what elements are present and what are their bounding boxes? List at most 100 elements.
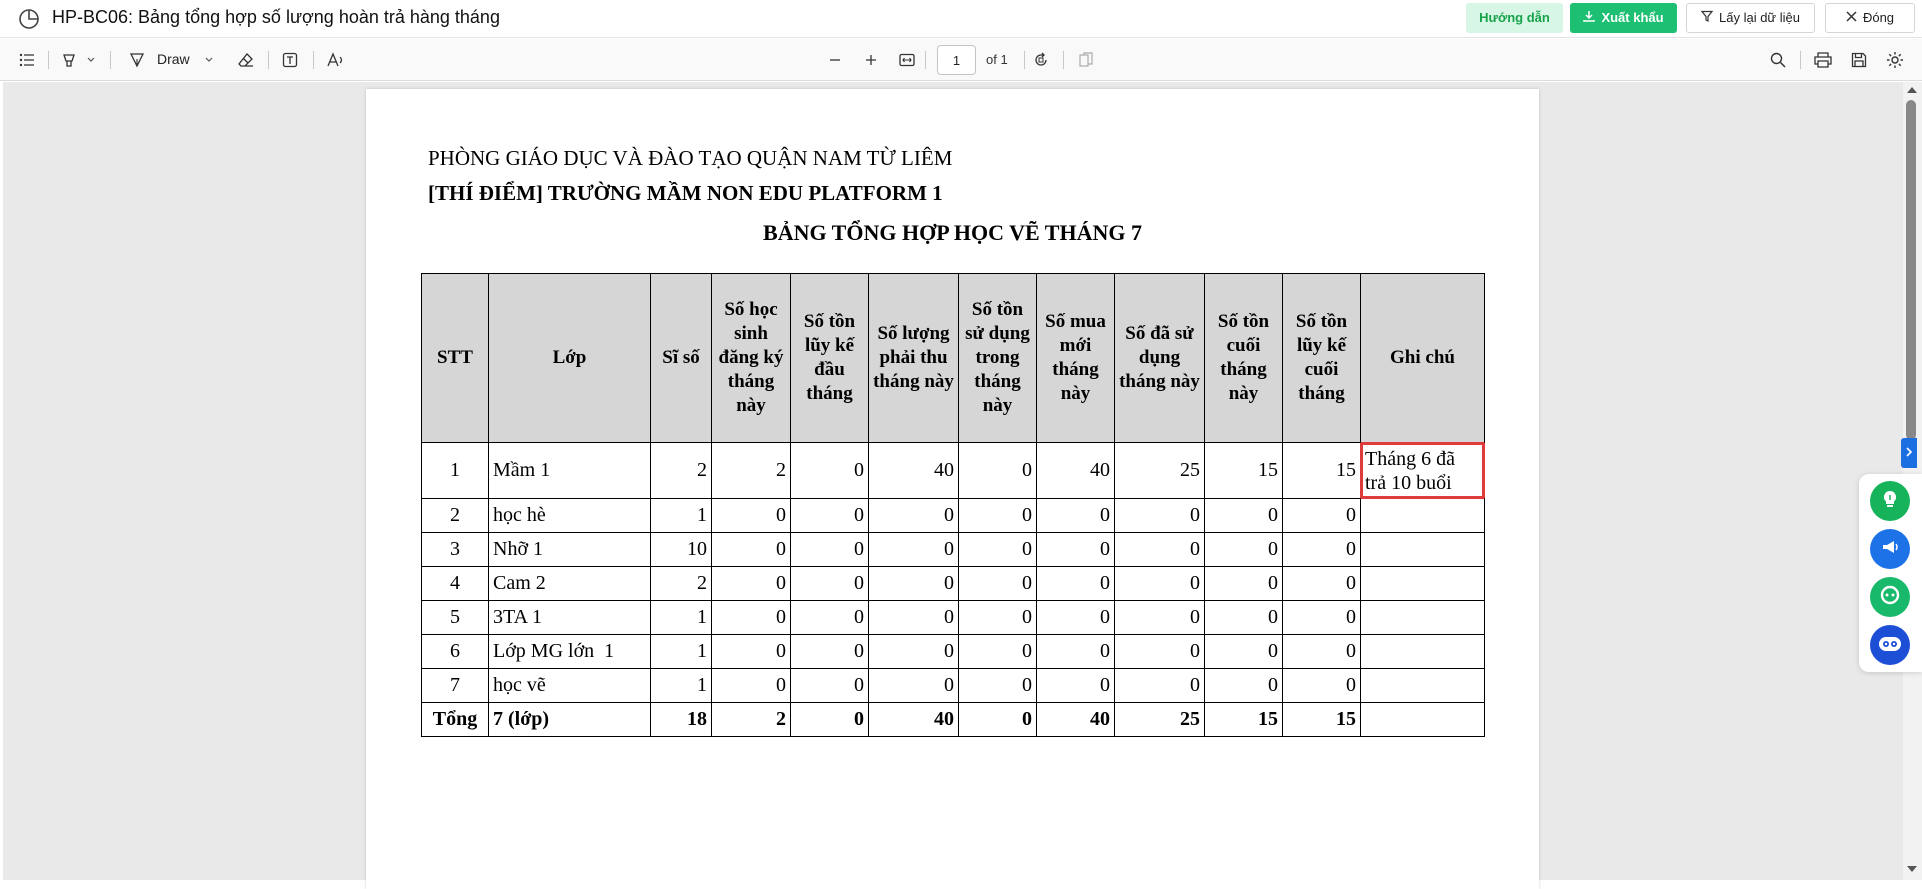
cell-phai-thu: 0 <box>868 498 959 533</box>
cell-lop: Nhỡ 1 <box>488 532 651 567</box>
header-ton-luy-ke-cuoi: Số tồn lũy kế cuối tháng <box>1282 273 1361 443</box>
scrollbar-thumb[interactable] <box>1906 100 1916 440</box>
table-row: 5 3TA 1 1 0 0 0 0 0 0 0 0 <box>421 600 1485 635</box>
guide-button[interactable]: Hướng dẫn <box>1466 3 1563 33</box>
read-aloud-icon[interactable] <box>325 49 347 71</box>
cell-ton-cuoi: 0 <box>1204 532 1283 567</box>
text-box-icon[interactable] <box>279 49 301 71</box>
rotate-icon[interactable] <box>1030 49 1052 71</box>
cell-phai-thu: 40 <box>868 442 959 499</box>
cell-ton-luy-ke-cuoi: 15 <box>1282 442 1361 499</box>
cell-ton-su-dung: 0 <box>958 668 1037 703</box>
save-icon[interactable] <box>1848 49 1870 71</box>
total-stt: Tổng <box>421 702 489 737</box>
zoom-in-icon[interactable] <box>860 49 882 71</box>
cell-da-su-dung: 0 <box>1114 566 1205 601</box>
cell-ton-luy-ke-cuoi: 0 <box>1282 532 1361 567</box>
header-da-su-dung: Số đã sử dụng tháng này <box>1114 273 1205 443</box>
report-chart-icon <box>18 8 40 30</box>
chat-support-icon <box>1879 584 1901 611</box>
cell-phai-thu: 0 <box>868 600 959 635</box>
chevron-down-icon[interactable] <box>84 49 98 71</box>
total-lop: 7 (lớp) <box>488 702 651 737</box>
fit-width-icon[interactable] <box>896 49 918 71</box>
cell-da-su-dung: 0 <box>1114 532 1205 567</box>
page-total-label: of 1 <box>986 52 1008 67</box>
cell-mua-moi: 0 <box>1036 668 1115 703</box>
scroll-up-arrow-icon[interactable] <box>1907 87 1917 93</box>
cell-si-so: 2 <box>650 442 712 499</box>
highlight-box <box>1360 442 1485 499</box>
scroll-down-arrow-icon[interactable] <box>1907 866 1917 872</box>
floating-widget-panel <box>1859 474 1922 672</box>
close-button-label: Đóng <box>1862 10 1895 25</box>
zoom-out-icon[interactable] <box>824 49 846 71</box>
cell-stt: 2 <box>421 498 489 533</box>
cell-ton-su-dung: 0 <box>958 498 1037 533</box>
title-bar: HP-BC06: Bảng tổng hợp số lượng hoàn trả… <box>0 0 1922 38</box>
header-mua-moi: Số mua mới tháng này <box>1036 273 1115 443</box>
total-ton-su-dung: 0 <box>958 702 1037 737</box>
settings-icon[interactable] <box>1884 49 1906 71</box>
cell-ton-dau: 0 <box>790 566 869 601</box>
window-title: HP-BC06: Bảng tổng hợp số lượng hoàn trả… <box>52 7 500 27</box>
robot-assistant-button[interactable] <box>1870 625 1910 665</box>
cell-ton-su-dung: 0 <box>958 600 1037 635</box>
cell-ton-luy-ke-cuoi: 0 <box>1282 566 1361 601</box>
cell-ton-su-dung: 0 <box>958 442 1037 499</box>
cell-ton-cuoi: 0 <box>1204 668 1283 703</box>
cell-ton-luy-ke-cuoi: 0 <box>1282 498 1361 533</box>
print-icon[interactable] <box>1812 49 1834 71</box>
cell-ton-luy-ke-cuoi: 0 <box>1282 634 1361 669</box>
pdf-toolbar: Draw of 1 <box>0 39 1922 81</box>
chevron-down-icon[interactable] <box>202 49 216 71</box>
cell-ton-dau: 0 <box>790 634 869 669</box>
outline-list-icon[interactable] <box>16 49 38 71</box>
table-row: 3 Nhỡ 1 10 0 0 0 0 0 0 0 0 <box>421 532 1485 567</box>
eraser-icon[interactable] <box>235 49 257 71</box>
announcement-icon <box>1880 538 1900 561</box>
cell-phai-thu: 0 <box>868 566 959 601</box>
draw-pen-icon[interactable] <box>126 49 148 71</box>
close-button[interactable]: Đóng <box>1825 3 1915 33</box>
draw-tool-label[interactable]: Draw <box>157 51 190 67</box>
announcement-button[interactable] <box>1870 529 1910 569</box>
cell-dang-ky: 0 <box>711 634 791 669</box>
highlight-icon[interactable] <box>58 49 80 71</box>
cell-ghi-chu <box>1360 566 1485 601</box>
page-view-icon[interactable] <box>1075 49 1097 71</box>
cell-mua-moi: 0 <box>1036 498 1115 533</box>
cell-da-su-dung: 0 <box>1114 668 1205 703</box>
cell-ton-su-dung: 0 <box>958 532 1037 567</box>
cell-dang-ky: 0 <box>711 532 791 567</box>
cell-dang-ky: 0 <box>711 566 791 601</box>
total-si-so: 18 <box>650 702 712 737</box>
table-row: 2 học hè 1 0 0 0 0 0 0 0 0 <box>421 498 1485 533</box>
side-panel-toggle[interactable] <box>1901 438 1917 468</box>
pdf-page: PHÒNG GIÁO DỤC VÀ ĐÀO TẠO QUẬN NAM TỪ LI… <box>366 89 1539 889</box>
cell-ghi-chu <box>1360 600 1485 635</box>
guide-button-label: Hướng dẫn <box>1479 10 1550 25</box>
cell-ton-dau: 0 <box>790 600 869 635</box>
cell-ton-dau: 0 <box>790 532 869 567</box>
table-row: 1 Mầm 1 2 2 0 40 0 40 25 15 15 Tháng 6 đ… <box>421 442 1485 499</box>
total-ghi-chu <box>1360 702 1485 737</box>
lightbulb-button[interactable] <box>1870 481 1910 521</box>
header-ton-dau: Số tồn lũy kế đầu tháng <box>790 273 869 443</box>
cell-da-su-dung: 0 <box>1114 600 1205 635</box>
cell-ghi-chu <box>1360 532 1485 567</box>
cell-ton-dau: 0 <box>790 668 869 703</box>
chat-support-button[interactable] <box>1870 577 1910 617</box>
page-number-input[interactable] <box>937 45 976 75</box>
toolbar-divider <box>1800 51 1801 69</box>
search-icon[interactable] <box>1767 49 1789 71</box>
cell-mua-moi: 40 <box>1036 442 1115 499</box>
cell-mua-moi: 0 <box>1036 634 1115 669</box>
export-button[interactable]: Xuất khẩu <box>1570 3 1677 33</box>
cell-ton-cuoi: 0 <box>1204 566 1283 601</box>
cell-stt: 4 <box>421 566 489 601</box>
table-header-row: STT Lớp Sĩ số Số học sinh đăng ký tháng … <box>421 273 1485 443</box>
refetch-data-button[interactable]: Lấy lại dữ liệu <box>1686 3 1815 33</box>
robot-assistant-icon <box>1877 632 1903 659</box>
cell-dang-ky: 0 <box>711 668 791 703</box>
